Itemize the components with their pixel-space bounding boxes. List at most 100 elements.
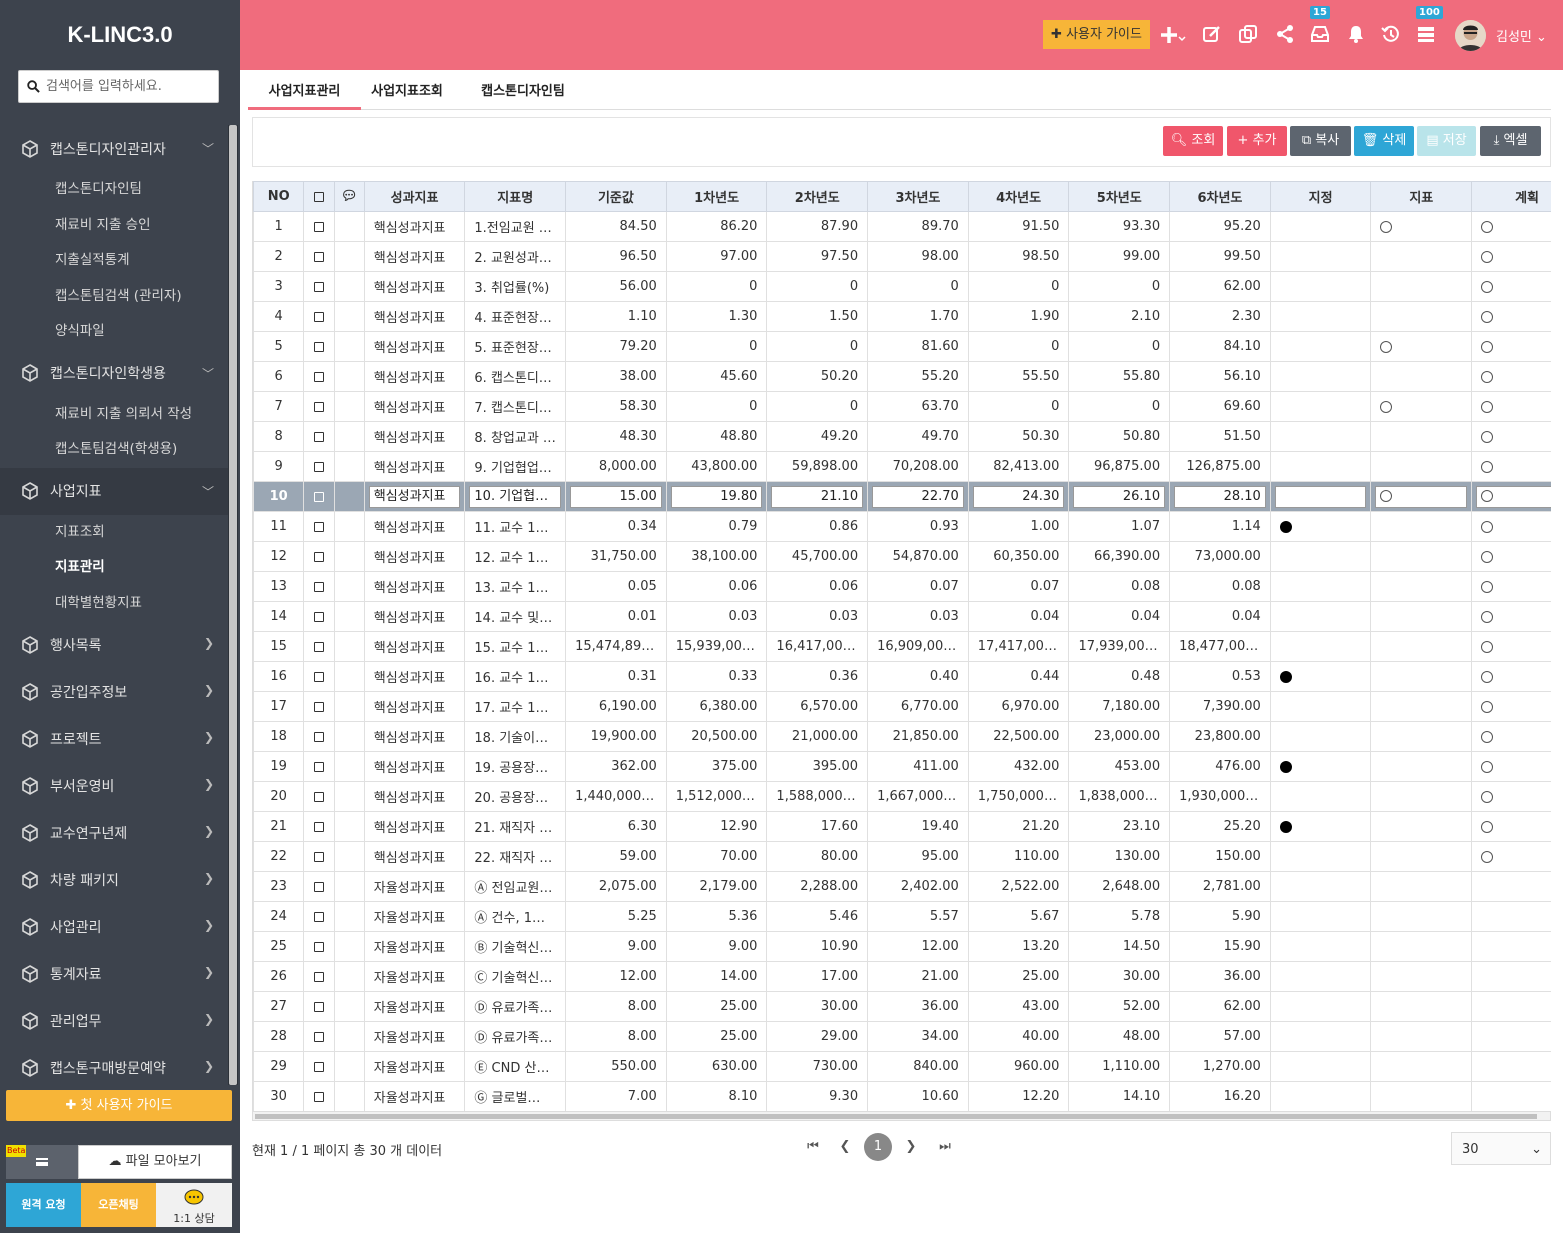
search-button[interactable]: 🔍︎ 조회 bbox=[1163, 126, 1223, 156]
indicator-cell[interactable] bbox=[1370, 301, 1473, 332]
tab-kpi-view[interactable]: 사업지표조회 bbox=[361, 78, 453, 110]
plan-cell[interactable] bbox=[1471, 991, 1551, 1022]
sidebar-group[interactable]: 캡스톤구매방문예약 ❯ bbox=[0, 1044, 228, 1085]
designated-cell[interactable] bbox=[1269, 331, 1372, 362]
user-name-menu[interactable]: 김성민 ⌄ bbox=[1496, 26, 1547, 45]
sidebar-group[interactable]: 관리업무 ❯ bbox=[0, 997, 228, 1044]
table-row[interactable]: 27 자율성과지표 Ⓓ 유료가족… 8.00 25.00 30.00 36.00 43.00 5… bbox=[253, 991, 1551, 1022]
circle-icon[interactable] bbox=[1481, 490, 1494, 502]
sidebar-scrollbar[interactable] bbox=[228, 125, 238, 1085]
table-row[interactable]: 15 핵심성과지표 15. 교수 1… 15,474,895… 15,939,000… 1… bbox=[253, 631, 1551, 662]
table-row[interactable]: 11 핵심성과지표 11. 교수 1… 0.34 0.79 0.86 0.93 1.00 1.0… bbox=[253, 511, 1551, 542]
table-row[interactable]: 5 핵심성과지표 5. 표준현장… 79.20 0 0 81.60 0 0 84.10 bbox=[253, 331, 1551, 362]
plan-cell[interactable] bbox=[1471, 1051, 1551, 1082]
row-checkbox-cell[interactable] bbox=[303, 361, 335, 392]
row-checkbox[interactable] bbox=[313, 971, 324, 982]
row-checkbox[interactable] bbox=[313, 671, 324, 682]
circle-icon[interactable] bbox=[1481, 760, 1494, 773]
row-checkbox[interactable] bbox=[313, 461, 324, 472]
row-checkbox-cell[interactable] bbox=[303, 301, 335, 332]
table-row[interactable]: 9 핵심성과지표 9. 기업협업… 8,000.00 43,800.00 59,898.0… bbox=[253, 451, 1551, 482]
table-row[interactable]: 7 핵심성과지표 7. 캡스톤디… 58.30 0 0 63.70 0 0 69.60 bbox=[253, 391, 1551, 422]
column-header[interactable]: 3차년도 bbox=[867, 181, 969, 212]
sidebar-group[interactable]: 차량 패키지 ❯ bbox=[0, 856, 228, 903]
sidebar-item[interactable]: 재료비 지출 승인 bbox=[0, 208, 228, 244]
designated-cell[interactable] bbox=[1269, 1051, 1372, 1082]
row-checkbox[interactable] bbox=[313, 221, 324, 232]
column-header[interactable]: 지정 bbox=[1269, 181, 1372, 212]
circle-icon[interactable] bbox=[1481, 610, 1494, 623]
designated-cell[interactable] bbox=[1269, 961, 1372, 992]
circle-icon[interactable] bbox=[1481, 430, 1494, 443]
sidebar-group[interactable]: 부서운영비 ❯ bbox=[0, 762, 228, 809]
circle-icon[interactable] bbox=[1380, 220, 1393, 233]
user-guide-button[interactable]: ✚ 사용자 가이드 bbox=[1043, 20, 1150, 49]
row-checkbox[interactable] bbox=[313, 701, 324, 712]
plan-cell[interactable] bbox=[1471, 931, 1551, 962]
row-checkbox[interactable] bbox=[313, 431, 324, 442]
table-row[interactable]: 29 자율성과지표 Ⓔ CND 산… 550.00 630.00 730.00 840.00… bbox=[253, 1051, 1551, 1082]
circle-icon[interactable] bbox=[1481, 790, 1494, 803]
plan-cell[interactable] bbox=[1471, 781, 1551, 812]
row-checkbox-cell[interactable] bbox=[303, 661, 335, 692]
row-checkbox-cell[interactable] bbox=[303, 211, 335, 242]
save-button[interactable]: ▤ 저장 bbox=[1417, 126, 1476, 156]
designated-cell[interactable] bbox=[1269, 841, 1372, 872]
designated-cell[interactable] bbox=[1269, 991, 1372, 1022]
plan-cell[interactable] bbox=[1471, 601, 1551, 632]
circle-icon[interactable] bbox=[1481, 310, 1494, 323]
kpi-value-input[interactable]: 26.10 bbox=[1073, 485, 1166, 508]
row-checkbox[interactable] bbox=[313, 251, 324, 262]
consult-button[interactable]: 1:1 상담 bbox=[156, 1183, 232, 1227]
plan-cell[interactable] bbox=[1471, 421, 1551, 452]
table-row[interactable]: 30 자율성과지표 Ⓖ 글로벌… 7.00 8.10 9.30 10.60 12.20 14.1… bbox=[253, 1081, 1551, 1111]
row-checkbox[interactable] bbox=[313, 491, 324, 502]
designated-cell[interactable] bbox=[1269, 451, 1372, 482]
plan-cell[interactable] bbox=[1471, 451, 1551, 482]
plan-cell[interactable] bbox=[1471, 661, 1551, 692]
row-checkbox[interactable] bbox=[313, 281, 324, 292]
inbox-icon[interactable]: 15 bbox=[1310, 6, 1332, 46]
sidebar-item[interactable]: 캡스톤팀검색(학생용) bbox=[0, 432, 228, 468]
kpi-value-input[interactable]: 28.10 bbox=[1174, 485, 1266, 508]
row-checkbox-cell[interactable] bbox=[303, 901, 335, 932]
row-checkbox-cell[interactable] bbox=[303, 991, 335, 1022]
plan-cell[interactable] bbox=[1471, 751, 1551, 782]
plan-cell[interactable] bbox=[1471, 511, 1551, 542]
row-checkbox[interactable] bbox=[313, 821, 324, 832]
table-row[interactable]: 4 핵심성과지표 4. 표준현장… 1.10 1.30 1.50 1.70 1.90 2.10 2… bbox=[253, 301, 1551, 332]
designated-cell[interactable] bbox=[1269, 391, 1372, 422]
column-header[interactable]: 기준값 bbox=[565, 181, 667, 212]
remote-request-button[interactable]: 원격 요청 bbox=[6, 1183, 81, 1227]
designated-cell[interactable] bbox=[1269, 271, 1372, 302]
table-row[interactable]: 13 핵심성과지표 13. 교수 1… 0.05 0.06 0.06 0.07 0.07 0.0… bbox=[253, 571, 1551, 602]
sidebar-group[interactable]: 통계자료 ❯ bbox=[0, 950, 228, 997]
excel-button[interactable]: ⤓ 엑셀 bbox=[1480, 126, 1541, 156]
circle-icon[interactable] bbox=[1380, 340, 1393, 353]
marker-input[interactable] bbox=[1375, 485, 1468, 508]
plan-cell[interactable] bbox=[1471, 961, 1551, 992]
plan-cell[interactable] bbox=[1471, 871, 1551, 902]
next-page-icon[interactable]: ❯ bbox=[898, 1133, 924, 1161]
indicator-cell[interactable] bbox=[1370, 721, 1473, 752]
row-checkbox-cell[interactable] bbox=[303, 811, 335, 842]
designated-cell[interactable] bbox=[1269, 421, 1372, 452]
history-icon[interactable] bbox=[1381, 24, 1403, 46]
indicator-cell[interactable] bbox=[1370, 511, 1473, 542]
table-row[interactable]: 19 핵심성과지표 19. 공용장… 362.00 375.00 395.00 411.00… bbox=[253, 751, 1551, 782]
table-row[interactable]: 17 핵심성과지표 17. 교수 1… 6,190.00 6,380.00 6,570.0… bbox=[253, 691, 1551, 722]
table-row[interactable]: 24 자율성과지표 Ⓐ 건수, 1… 5.25 5.36 5.46 5.57 5.67 5.78… bbox=[253, 901, 1551, 932]
plan-cell[interactable] bbox=[1471, 241, 1551, 272]
row-checkbox[interactable] bbox=[313, 341, 324, 352]
page-number[interactable]: 1 bbox=[864, 1133, 892, 1161]
designated-cell[interactable] bbox=[1269, 511, 1372, 542]
indicator-cell[interactable] bbox=[1370, 931, 1473, 962]
row-checkbox-cell[interactable] bbox=[303, 781, 335, 812]
column-header[interactable]: 성과지표 bbox=[363, 181, 466, 212]
designated-cell[interactable] bbox=[1269, 361, 1372, 392]
designated-cell[interactable] bbox=[1269, 751, 1372, 782]
add-button[interactable]: + 추가 bbox=[1227, 126, 1287, 156]
circle-icon[interactable] bbox=[1380, 490, 1393, 502]
designated-cell[interactable] bbox=[1269, 871, 1372, 902]
column-header[interactable]: 계획 bbox=[1471, 181, 1551, 212]
